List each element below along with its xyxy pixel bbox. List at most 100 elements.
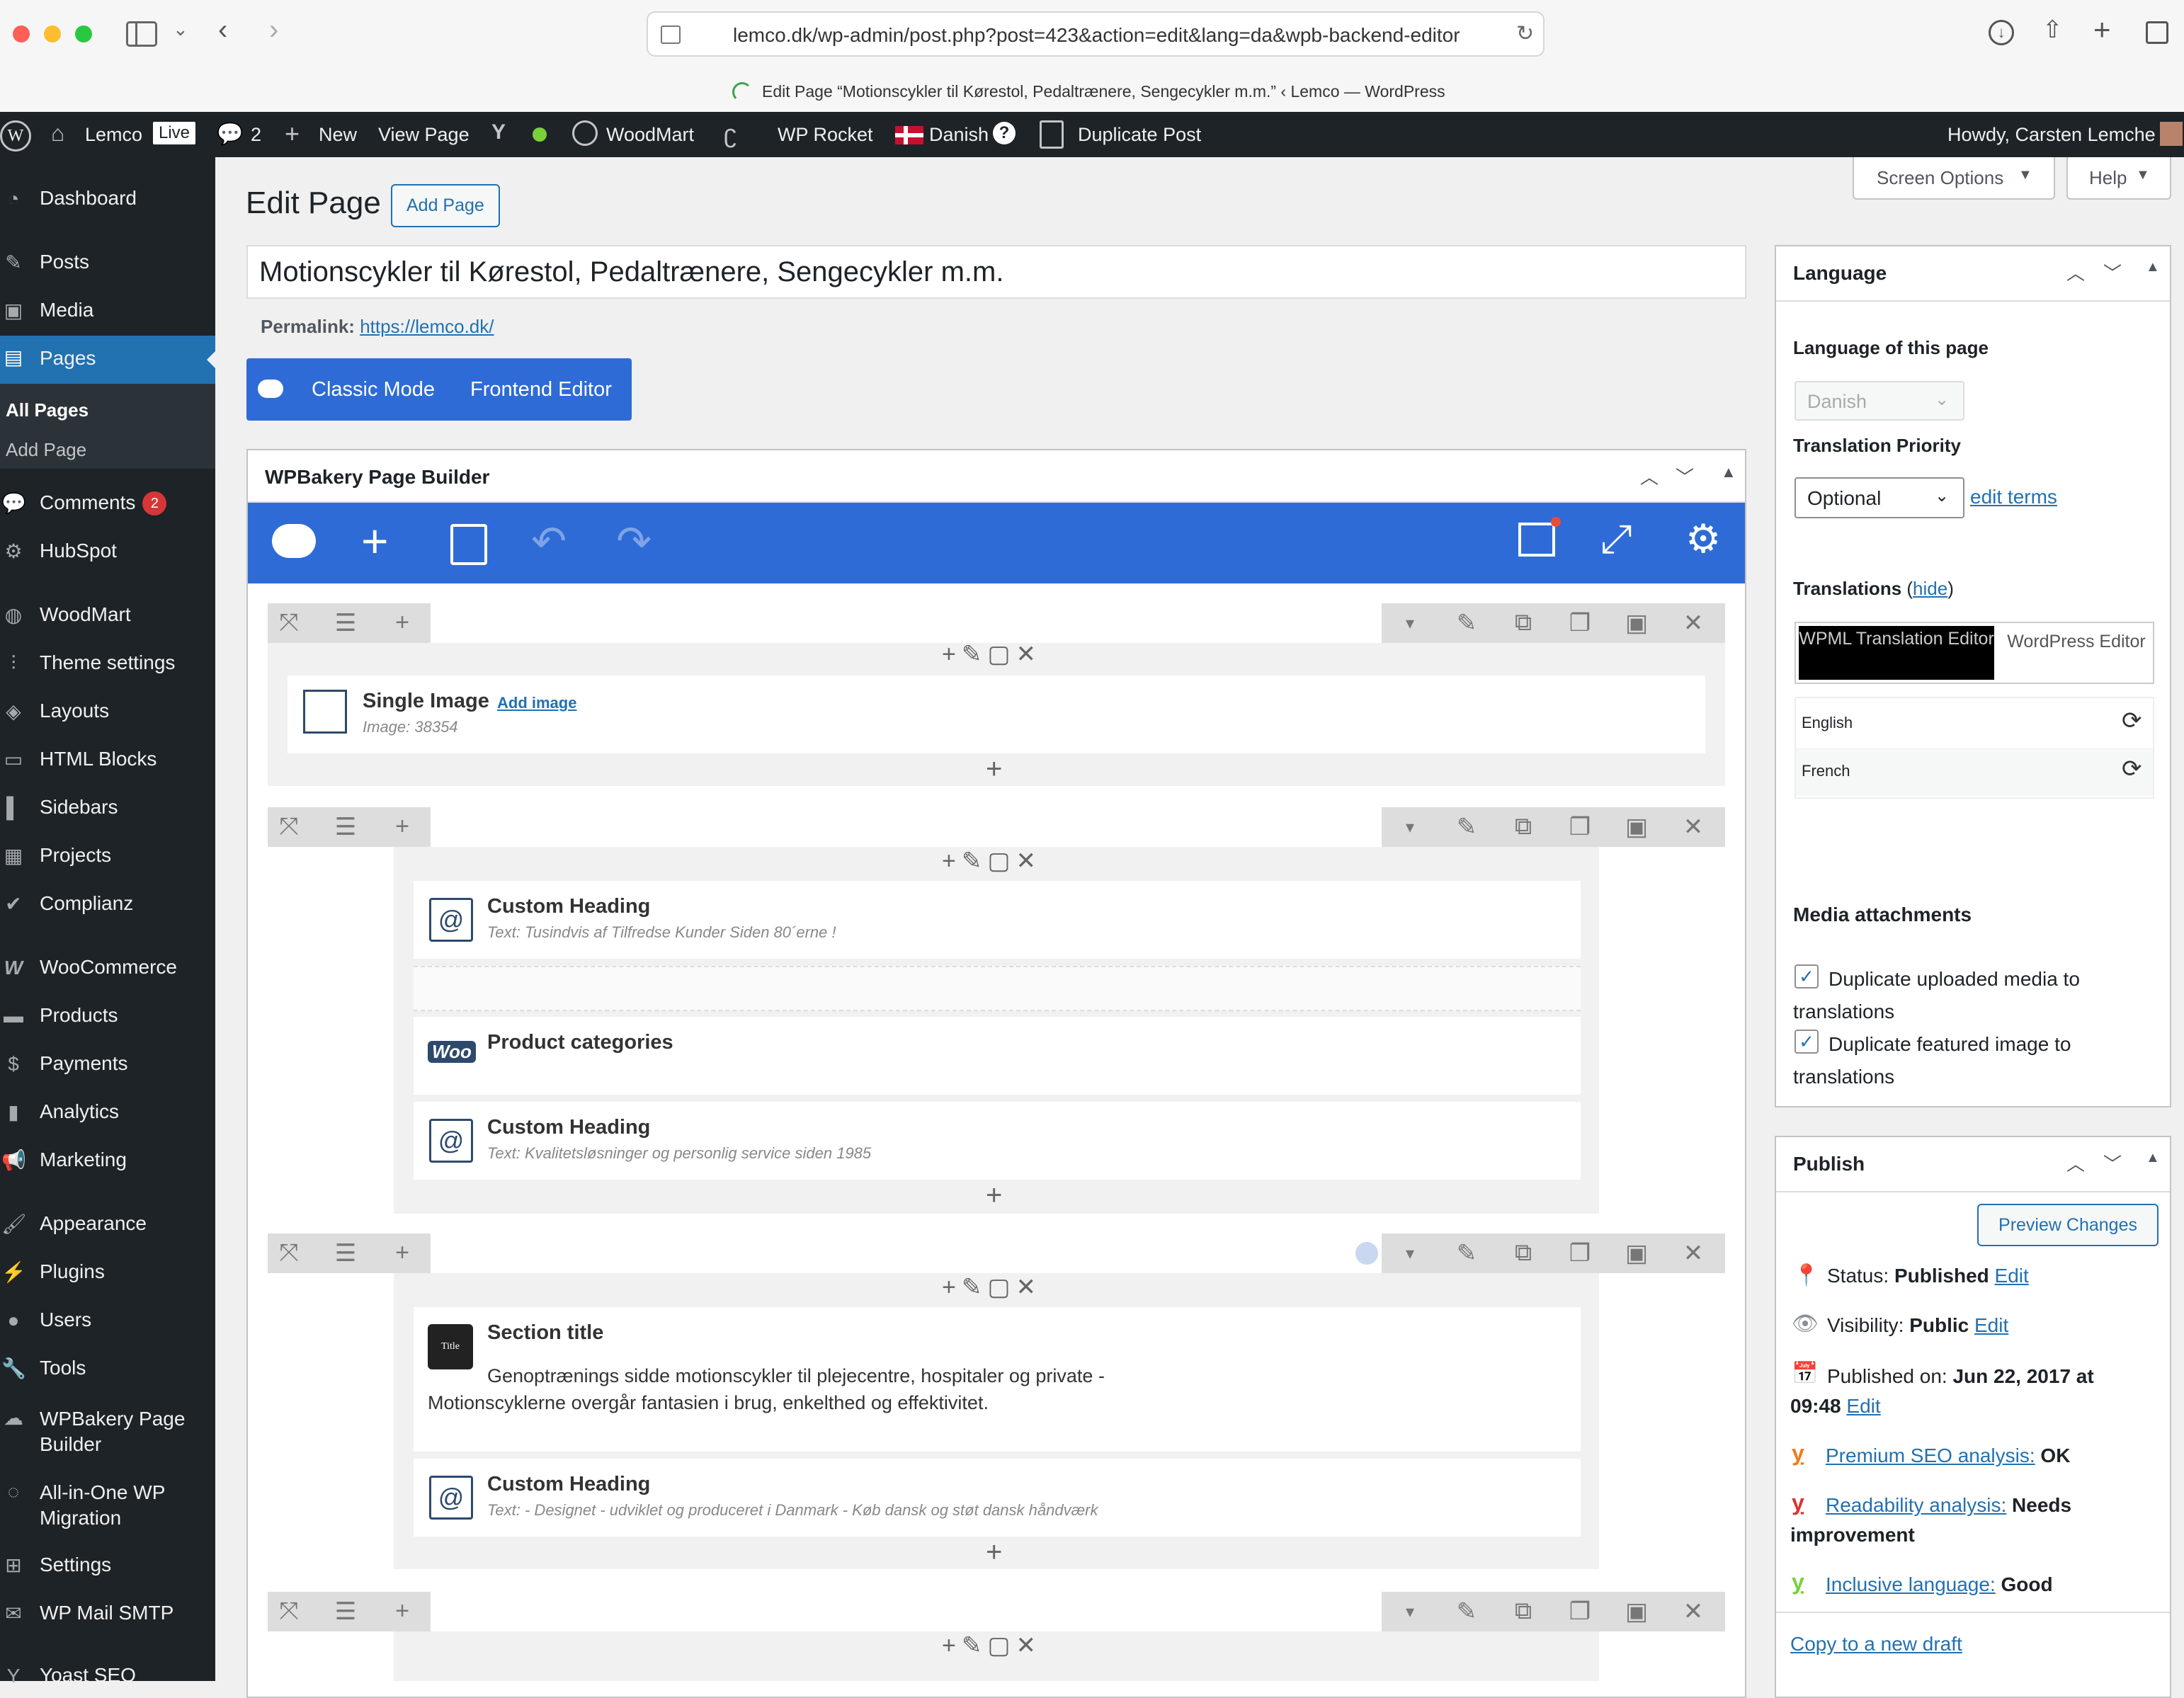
share-icon[interactable]: ⇧: [2042, 16, 2063, 44]
site-name-link[interactable]: Lemco: [85, 124, 142, 146]
edit-row-icon[interactable]: ✎: [1445, 1597, 1488, 1626]
tab-title[interactable]: Edit Page “Motionscykler til Kørestol, P…: [762, 82, 1445, 101]
priority-select[interactable]: Optional ⌄: [1795, 477, 1964, 518]
element-section-title[interactable]: Title Section title Genoptrænings sidde …: [414, 1307, 1581, 1452]
sidebar-item-migration[interactable]: ◌ All-in-One WP Migration: [0, 1470, 215, 1534]
clone-row-icon[interactable]: ⧉: [1502, 1239, 1545, 1267]
title-input[interactable]: Motionscykler til Kørestol, Pedaltrænere…: [246, 245, 1746, 299]
paste-row-icon[interactable]: ▣: [1615, 609, 1658, 637]
sidebar-item-products[interactable]: ▬ Products: [0, 994, 215, 1038]
back-icon[interactable]: ‹: [218, 14, 227, 46]
plus-icon[interactable]: +: [285, 119, 300, 149]
expand-row-icon[interactable]: ⤧: [268, 1239, 310, 1267]
element-custom-heading-3[interactable]: @ Custom Heading Text: - Designet - udvi…: [414, 1459, 1581, 1537]
sidebar-item-wpbakery[interactable]: ☁ WPBakery Page Builder: [0, 1396, 215, 1460]
add-element-1[interactable]: +: [986, 753, 1002, 785]
tabs-overview-icon[interactable]: [2146, 21, 2168, 44]
element-single-image[interactable]: Single Image Add image Image: 38354: [288, 676, 1705, 753]
copy-row-icon[interactable]: ❐: [1559, 609, 1601, 637]
wordpress-editor-button[interactable]: WordPress Editor: [2000, 629, 2153, 654]
add-image-link[interactable]: Add image: [497, 694, 576, 712]
paste-row-icon[interactable]: ▣: [1615, 1239, 1658, 1267]
sidebar-item-payments[interactable]: $ Payments: [0, 1042, 215, 1086]
delete-row-icon[interactable]: ✕: [1672, 1597, 1714, 1626]
column-controls-4[interactable]: +✎▢✕: [942, 1631, 1042, 1660]
list-item[interactable]: English ⟳: [1796, 698, 2153, 746]
wpml-editor-button[interactable]: WPML Translation Editor: [1799, 626, 1994, 680]
woodmart-logo-icon[interactable]: [572, 120, 598, 146]
add-column-icon[interactable]: +: [381, 813, 423, 841]
edit-row-icon[interactable]: ✎: [1445, 609, 1488, 637]
add-element-3[interactable]: +: [986, 1537, 1002, 1568]
templates-icon[interactable]: [450, 524, 487, 565]
sidebar-item-tools[interactable]: 🔧 Tools: [0, 1347, 215, 1391]
sidebar-item-users[interactable]: ● Users: [0, 1299, 215, 1343]
move-up-icon[interactable]: ︿: [1640, 463, 1659, 489]
add-column-icon[interactable]: +: [381, 1239, 423, 1267]
sidebar-item-marketing[interactable]: 📢 Marketing: [0, 1139, 215, 1183]
undo-icon[interactable]: ↶: [531, 517, 567, 566]
seo-analysis-link[interactable]: Premium SEO analysis:: [1826, 1445, 2035, 1466]
redo-icon[interactable]: ↷: [616, 517, 652, 566]
help-button[interactable]: Help ▼: [2066, 157, 2171, 200]
rocket-icon[interactable]: ʗ: [724, 119, 736, 149]
sidebar-item-complianz[interactable]: ✔ Complianz: [0, 882, 215, 926]
clone-row-icon[interactable]: ⧉: [1502, 1597, 1545, 1625]
submenu-add-page[interactable]: Add Page: [6, 439, 86, 461]
clone-row-icon[interactable]: ⧉: [1502, 813, 1545, 841]
drag-handle-icon[interactable]: ☰: [324, 609, 367, 637]
move-down-icon[interactable]: ﹀: [2103, 259, 2122, 285]
sidebar-item-media[interactable]: ▣ Media: [0, 289, 215, 333]
language-switcher[interactable]: Danish: [929, 124, 989, 146]
row-collapse-icon[interactable]: ▾: [1389, 1602, 1431, 1622]
element-custom-heading-2[interactable]: @ Custom Heading Text: Kvalitetsløsninge…: [414, 1102, 1581, 1180]
sidebar-item-woocommerce[interactable]: W WooCommerce: [0, 946, 215, 990]
sidebar-item-yoast[interactable]: Y Yoast SEO: [0, 1654, 215, 1698]
edit-visibility-link[interactable]: Edit: [1974, 1314, 2008, 1336]
sidebar-item-wp-mail-smtp[interactable]: ✉ WP Mail SMTP: [0, 1592, 215, 1636]
inclusive-language-link[interactable]: Inclusive language:: [1826, 1573, 1996, 1595]
sidebar-toggle-icon[interactable]: [126, 21, 157, 47]
edit-status-link[interactable]: Edit: [1995, 1265, 2029, 1287]
url-bar[interactable]: lemco.dk/wp-admin/post.php?post=423&acti…: [647, 11, 1545, 57]
sidebar-item-sidebars[interactable]: ▌ Sidebars: [0, 786, 215, 830]
paste-row-icon[interactable]: ▣: [1615, 1597, 1658, 1626]
wordpress-logo-icon[interactable]: W: [0, 120, 31, 152]
clone-row-icon[interactable]: ⧉: [1502, 609, 1545, 637]
comments-count[interactable]: 2: [251, 124, 261, 146]
refresh-icon[interactable]: ⟳: [2122, 755, 2142, 783]
download-icon[interactable]: ↓: [1989, 20, 2014, 45]
edit-date-link[interactable]: Edit: [1846, 1395, 1880, 1417]
language-box-header[interactable]: Language ︿ ﹀ ▲: [1776, 246, 2170, 302]
avatar[interactable]: [2160, 122, 2183, 146]
seo-preview-icon[interactable]: [1518, 517, 1561, 557]
screen-options-button[interactable]: Screen Options ▼: [1853, 157, 2055, 200]
sidebar-item-woodmart[interactable]: ◍ WoodMart: [0, 593, 215, 637]
edit-row-icon[interactable]: ✎: [1445, 1239, 1488, 1267]
publish-box-header[interactable]: Publish ︿ ﹀ ▲: [1776, 1137, 2170, 1192]
sidebar-item-plugins[interactable]: ⚡ Plugins: [0, 1250, 215, 1294]
frontend-editor-button[interactable]: Frontend Editor: [470, 378, 612, 401]
howdy-user[interactable]: Howdy, Carsten Lemche: [1947, 124, 2156, 146]
drag-handle-icon[interactable]: ☰: [324, 1239, 367, 1267]
drag-handle-icon[interactable]: ☰: [324, 1597, 367, 1626]
expand-row-icon[interactable]: ⤧: [268, 609, 310, 637]
sidebar-item-pages[interactable]: ▤ Pages: [0, 336, 215, 384]
reload-icon[interactable]: ↻: [1516, 21, 1534, 46]
submenu-all-pages[interactable]: All Pages: [6, 399, 89, 421]
paste-row-icon[interactable]: ▣: [1615, 813, 1658, 841]
sidebar-item-dashboard[interactable]: ◔ Dashboard: [0, 177, 215, 221]
sidebar-item-appearance[interactable]: 🖌 Appearance: [0, 1202, 215, 1246]
duplicate-icon[interactable]: [1040, 120, 1064, 149]
hide-link[interactable]: hide: [1913, 578, 1947, 599]
preview-changes-button[interactable]: Preview Changes: [1977, 1204, 2159, 1246]
fullscreen-icon[interactable]: ⤢: [1600, 515, 1632, 563]
row-collapse-icon[interactable]: ▾: [1389, 613, 1431, 634]
list-item[interactable]: French ⟳: [1796, 748, 2153, 796]
copy-to-draft-link[interactable]: Copy to a new draft: [1790, 1633, 1962, 1656]
add-element-icon[interactable]: +: [361, 514, 389, 568]
row-collapse-icon[interactable]: ▾: [1389, 817, 1431, 838]
move-down-icon[interactable]: ﹀: [2103, 1150, 2122, 1176]
copy-row-icon[interactable]: ❐: [1559, 1597, 1601, 1626]
permalink-link[interactable]: https://lemco.dk/: [360, 316, 494, 337]
